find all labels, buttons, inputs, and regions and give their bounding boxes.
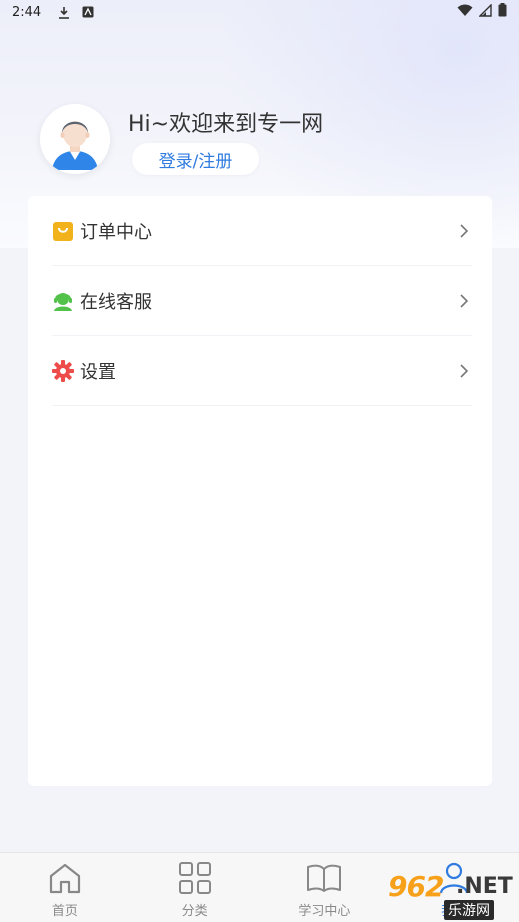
bottom-tab-bar: 首页 分类 学习中心 我的	[0, 852, 519, 922]
shopping-bag-icon	[52, 220, 74, 242]
menu-item-label: 订单中心	[80, 221, 152, 243]
greeting-text: Hi~欢迎来到专一网	[128, 112, 324, 137]
grid-icon	[177, 861, 213, 895]
notification-icon	[81, 5, 95, 19]
chevron-right-icon	[458, 363, 470, 379]
tab-label: 首页	[51, 904, 78, 919]
menu-card: 订单中心 在线客服 设置	[28, 196, 492, 786]
avatar[interactable]	[40, 104, 110, 174]
user-icon	[436, 861, 472, 895]
menu-item-customer-service[interactable]: 在线客服	[52, 266, 472, 336]
tab-label: 学习中心	[298, 904, 351, 919]
chevron-right-icon	[458, 223, 470, 239]
login-register-button[interactable]: 登录/注册	[132, 143, 259, 175]
menu-item-settings[interactable]: 设置	[52, 336, 472, 406]
tab-label: 我的	[441, 904, 468, 919]
menu-item-orders[interactable]: 订单中心	[52, 196, 472, 266]
home-icon	[47, 861, 83, 895]
tab-label: 分类	[181, 904, 208, 919]
customer-service-icon	[52, 290, 74, 312]
gear-icon	[52, 359, 74, 382]
tab-home[interactable]: 首页	[0, 853, 130, 922]
chevron-right-icon	[458, 293, 470, 309]
battery-icon	[498, 3, 507, 21]
tab-category[interactable]: 分类	[130, 853, 260, 922]
tab-learning-center[interactable]: 学习中心	[260, 853, 390, 922]
wifi-icon	[457, 4, 473, 21]
signal-icon	[478, 2, 492, 21]
status-indicators	[457, 2, 507, 21]
menu-item-label: 设置	[80, 361, 116, 383]
status-time: 2:44	[12, 4, 42, 20]
download-icon	[57, 5, 71, 19]
book-icon	[306, 861, 342, 895]
tab-mine[interactable]: 我的	[389, 853, 519, 922]
menu-item-label: 在线客服	[80, 291, 152, 313]
status-bar: 2:44	[0, 0, 519, 24]
